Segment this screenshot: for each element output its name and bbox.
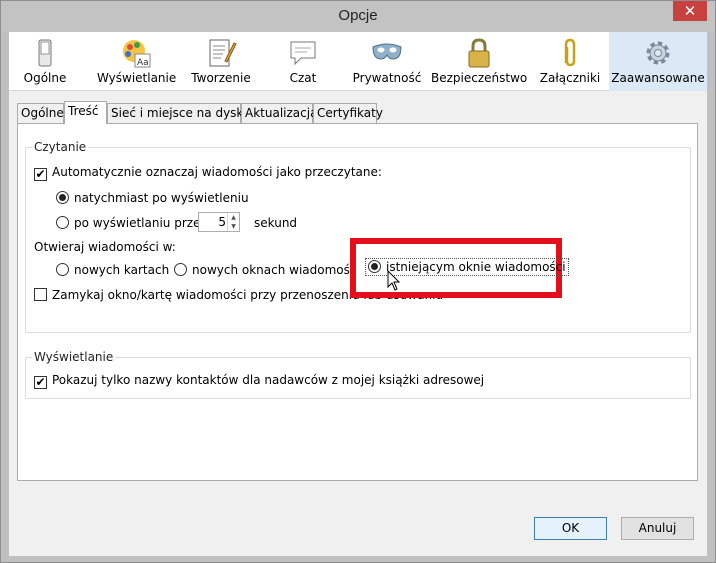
auto-mark-label: Automatycznie oznaczaj wiadomości jako p… (52, 165, 382, 179)
cancel-button[interactable]: Anuluj (621, 517, 694, 540)
padlock-icon (468, 38, 490, 68)
toolbar-item-attachments[interactable]: Załączniki (535, 32, 605, 91)
toolbar-item-display[interactable]: Aa Wyświetlanie (97, 32, 177, 91)
svg-text:Aa: Aa (137, 58, 149, 68)
tab-general[interactable]: Ogólne (17, 103, 64, 123)
seconds-value: 5 (218, 215, 226, 229)
toolbar-item-advanced[interactable]: Zaawansowane (609, 32, 707, 91)
display-group-title: Wyświetlanie (32, 350, 116, 364)
open-in-label: Otwieraj wiadomości w: (34, 240, 176, 254)
new-windows-label: nowych oknach wiadomości (192, 263, 360, 277)
gear-icon (646, 41, 670, 65)
display-group: Wyświetlanie ✔ Pokazuj tylko nazwy kontak… (25, 350, 691, 399)
toolbar-item-compose[interactable]: Tworzenie (185, 32, 257, 91)
category-toolbar: Ogólne Aa Wyświetlanie Tworzenie Czat Pr… (9, 32, 707, 91)
options-window: Opcje ✕ Ogólne Aa Wyświetlanie Tworzenie… (0, 0, 716, 563)
tab-network-disk[interactable]: Sieć i miejsce na dysku (107, 103, 251, 123)
compose-icon (209, 39, 237, 67)
auto-mark-checkbox-row[interactable]: ✔ Automatycznie oznaczaj wiadomości jako … (34, 164, 382, 181)
close-button[interactable]: ✕ (673, 1, 707, 21)
toolbar-item-security[interactable]: Bezpieczeństwo (431, 32, 527, 91)
seconds-spinner[interactable]: 5 ▲ ▼ (198, 212, 240, 232)
window-title: Opcje (338, 7, 378, 24)
paperclip-icon (564, 38, 576, 67)
new-windows-radio[interactable] (174, 263, 187, 276)
toolbar-label: Tworzenie (191, 71, 251, 85)
toolbar-label: Załączniki (539, 71, 601, 85)
toolbar-label: Zaawansowane (611, 71, 705, 85)
toolbar-label: Prywatność (352, 71, 422, 85)
immediately-radio-row[interactable]: natychmiast po wyświetleniu (56, 190, 249, 206)
toolbar-label: Czat (289, 71, 317, 85)
toolbar-label: Ogólne (23, 71, 67, 85)
ok-button[interactable]: OK (534, 517, 607, 540)
existing-window-radio[interactable] (368, 260, 381, 273)
immediately-radio[interactable] (56, 191, 69, 204)
new-tabs-radio[interactable] (56, 263, 69, 276)
new-windows-radio-row[interactable]: nowych oknach wiadomości (174, 262, 360, 278)
toolbar-label: Bezpieczeństwo (431, 71, 528, 85)
tab-updates[interactable]: Aktualizacja (241, 103, 317, 123)
title-bar: Opcje ✕ (1, 1, 715, 32)
new-tabs-radio-row[interactable]: nowych kartach (56, 262, 169, 278)
toolbar-label: Wyświetlanie (97, 71, 177, 85)
existing-window-label: istniejącym oknie wiadomości (386, 260, 566, 274)
tab-page-content: Czytanie ✔ Automatycznie oznaczaj wiadomo… (17, 123, 698, 481)
toolbar-item-chat[interactable]: Czat (267, 32, 339, 91)
show-names-label: Pokazuj tylko nazwy kontaktów dla nadawc… (52, 373, 485, 387)
close-window-checkbox[interactable] (34, 288, 47, 301)
switch-icon (38, 39, 52, 67)
toolbar-item-privacy[interactable]: Prywatność (347, 32, 427, 91)
new-tabs-label: nowych kartach (74, 263, 170, 277)
mask-icon (372, 43, 402, 60)
show-names-checkbox-row[interactable]: ✔ Pokazuj tylko nazwy kontaktów dla nadaw… (34, 372, 485, 389)
highlight-box: istniejącym oknie wiadomości (350, 238, 569, 298)
tab-certificates[interactable]: Certyfikaty (313, 103, 383, 123)
tab-content[interactable]: Treść (64, 101, 107, 124)
reading-group-title: Czytanie (32, 140, 89, 154)
toolbar-item-general[interactable]: Ogólne (9, 32, 81, 91)
mouse-cursor-icon (387, 270, 401, 291)
auto-mark-checkbox[interactable]: ✔ (34, 168, 47, 181)
after-display-label: po wyświetlaniu przez (74, 216, 207, 230)
chat-bubble-icon (290, 41, 316, 66)
seconds-unit: sekund (254, 216, 298, 230)
spinner-arrows-icon[interactable]: ▲ ▼ (227, 213, 239, 231)
show-names-checkbox[interactable]: ✔ (34, 376, 47, 389)
after-display-radio[interactable] (56, 216, 69, 229)
after-display-radio-row[interactable]: po wyświetlaniu przez (56, 215, 207, 231)
palette-icon: Aa (123, 40, 151, 68)
immediately-label: natychmiast po wyświetleniu (74, 191, 249, 205)
